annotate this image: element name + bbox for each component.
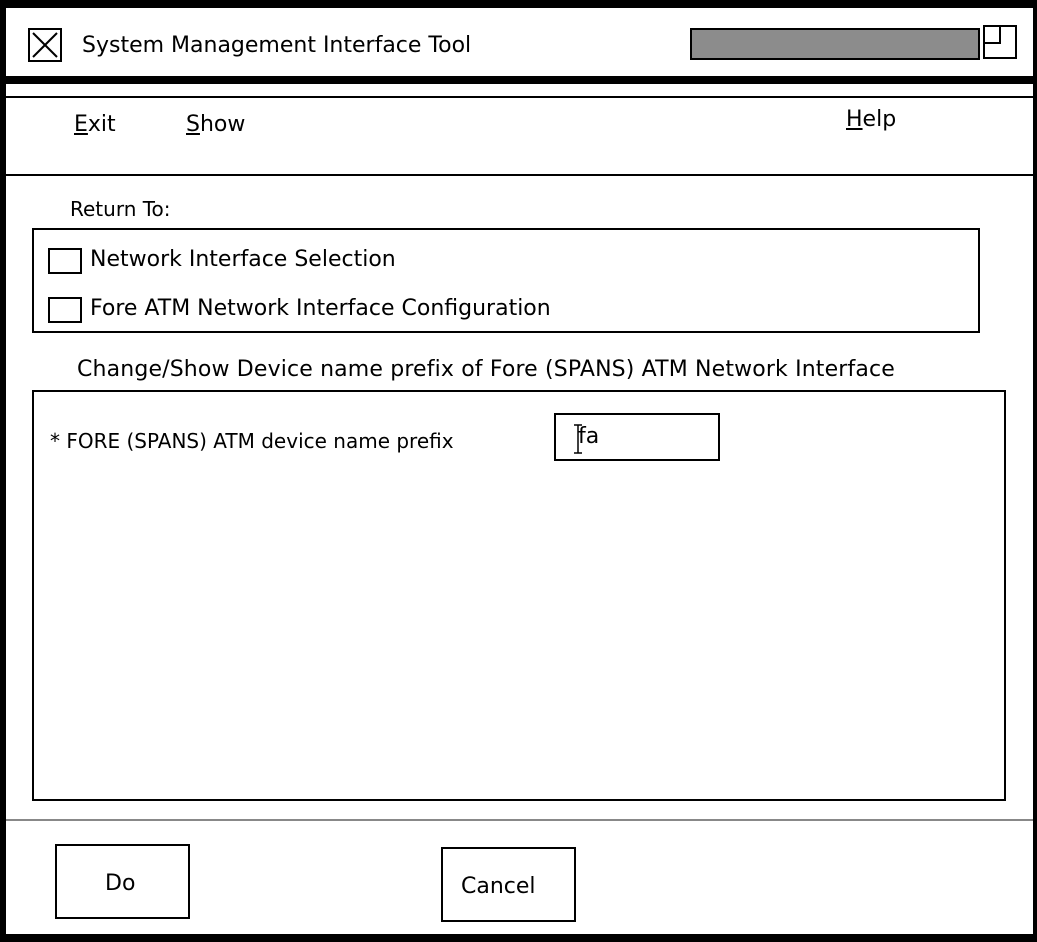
window-title: System Management Interface Tool (82, 33, 472, 58)
title-separator (6, 76, 1033, 84)
cancel-button[interactable]: Cancel (441, 847, 576, 922)
form-section-title: Change/Show Device name prefix of Fore (… (77, 357, 895, 382)
menu-exit[interactable]: Exit (74, 111, 116, 139)
return-option-network-interface-selection[interactable]: Network Interface Selection (48, 246, 468, 276)
maximize-icon (983, 25, 1017, 59)
close-x-icon (32, 32, 58, 58)
checkbox-network-interface-selection[interactable] (48, 248, 82, 274)
option-label: Fore ATM Network Interface Configuration (90, 296, 551, 321)
menu-show[interactable]: Show (186, 111, 245, 139)
maximize-button[interactable] (982, 24, 1018, 60)
input-value: fa (578, 424, 600, 449)
title-bar: System Management Interface Tool (6, 8, 1033, 78)
menubar-top-line (6, 96, 1033, 98)
option-label: Network Interface Selection (90, 247, 396, 272)
window-menu-button[interactable] (28, 28, 62, 62)
button-area-separator (6, 819, 1033, 821)
return-to-label: Return To: (70, 197, 171, 221)
do-button-label: Do (105, 871, 136, 896)
return-option-fore-atm-configuration[interactable]: Fore ATM Network Interface Configuration (48, 295, 668, 325)
title-bar-drag-area[interactable] (690, 28, 980, 60)
do-button[interactable]: Do (55, 844, 190, 919)
menu-help[interactable]: Help (846, 106, 896, 134)
checkbox-fore-atm-configuration[interactable] (48, 297, 82, 323)
cancel-button-label: Cancel (461, 874, 536, 899)
field-label-device-name-prefix: * FORE (SPANS) ATM device name prefix (50, 429, 454, 453)
device-name-prefix-input[interactable]: fa (554, 413, 720, 461)
menubar-bottom-line (6, 174, 1033, 176)
